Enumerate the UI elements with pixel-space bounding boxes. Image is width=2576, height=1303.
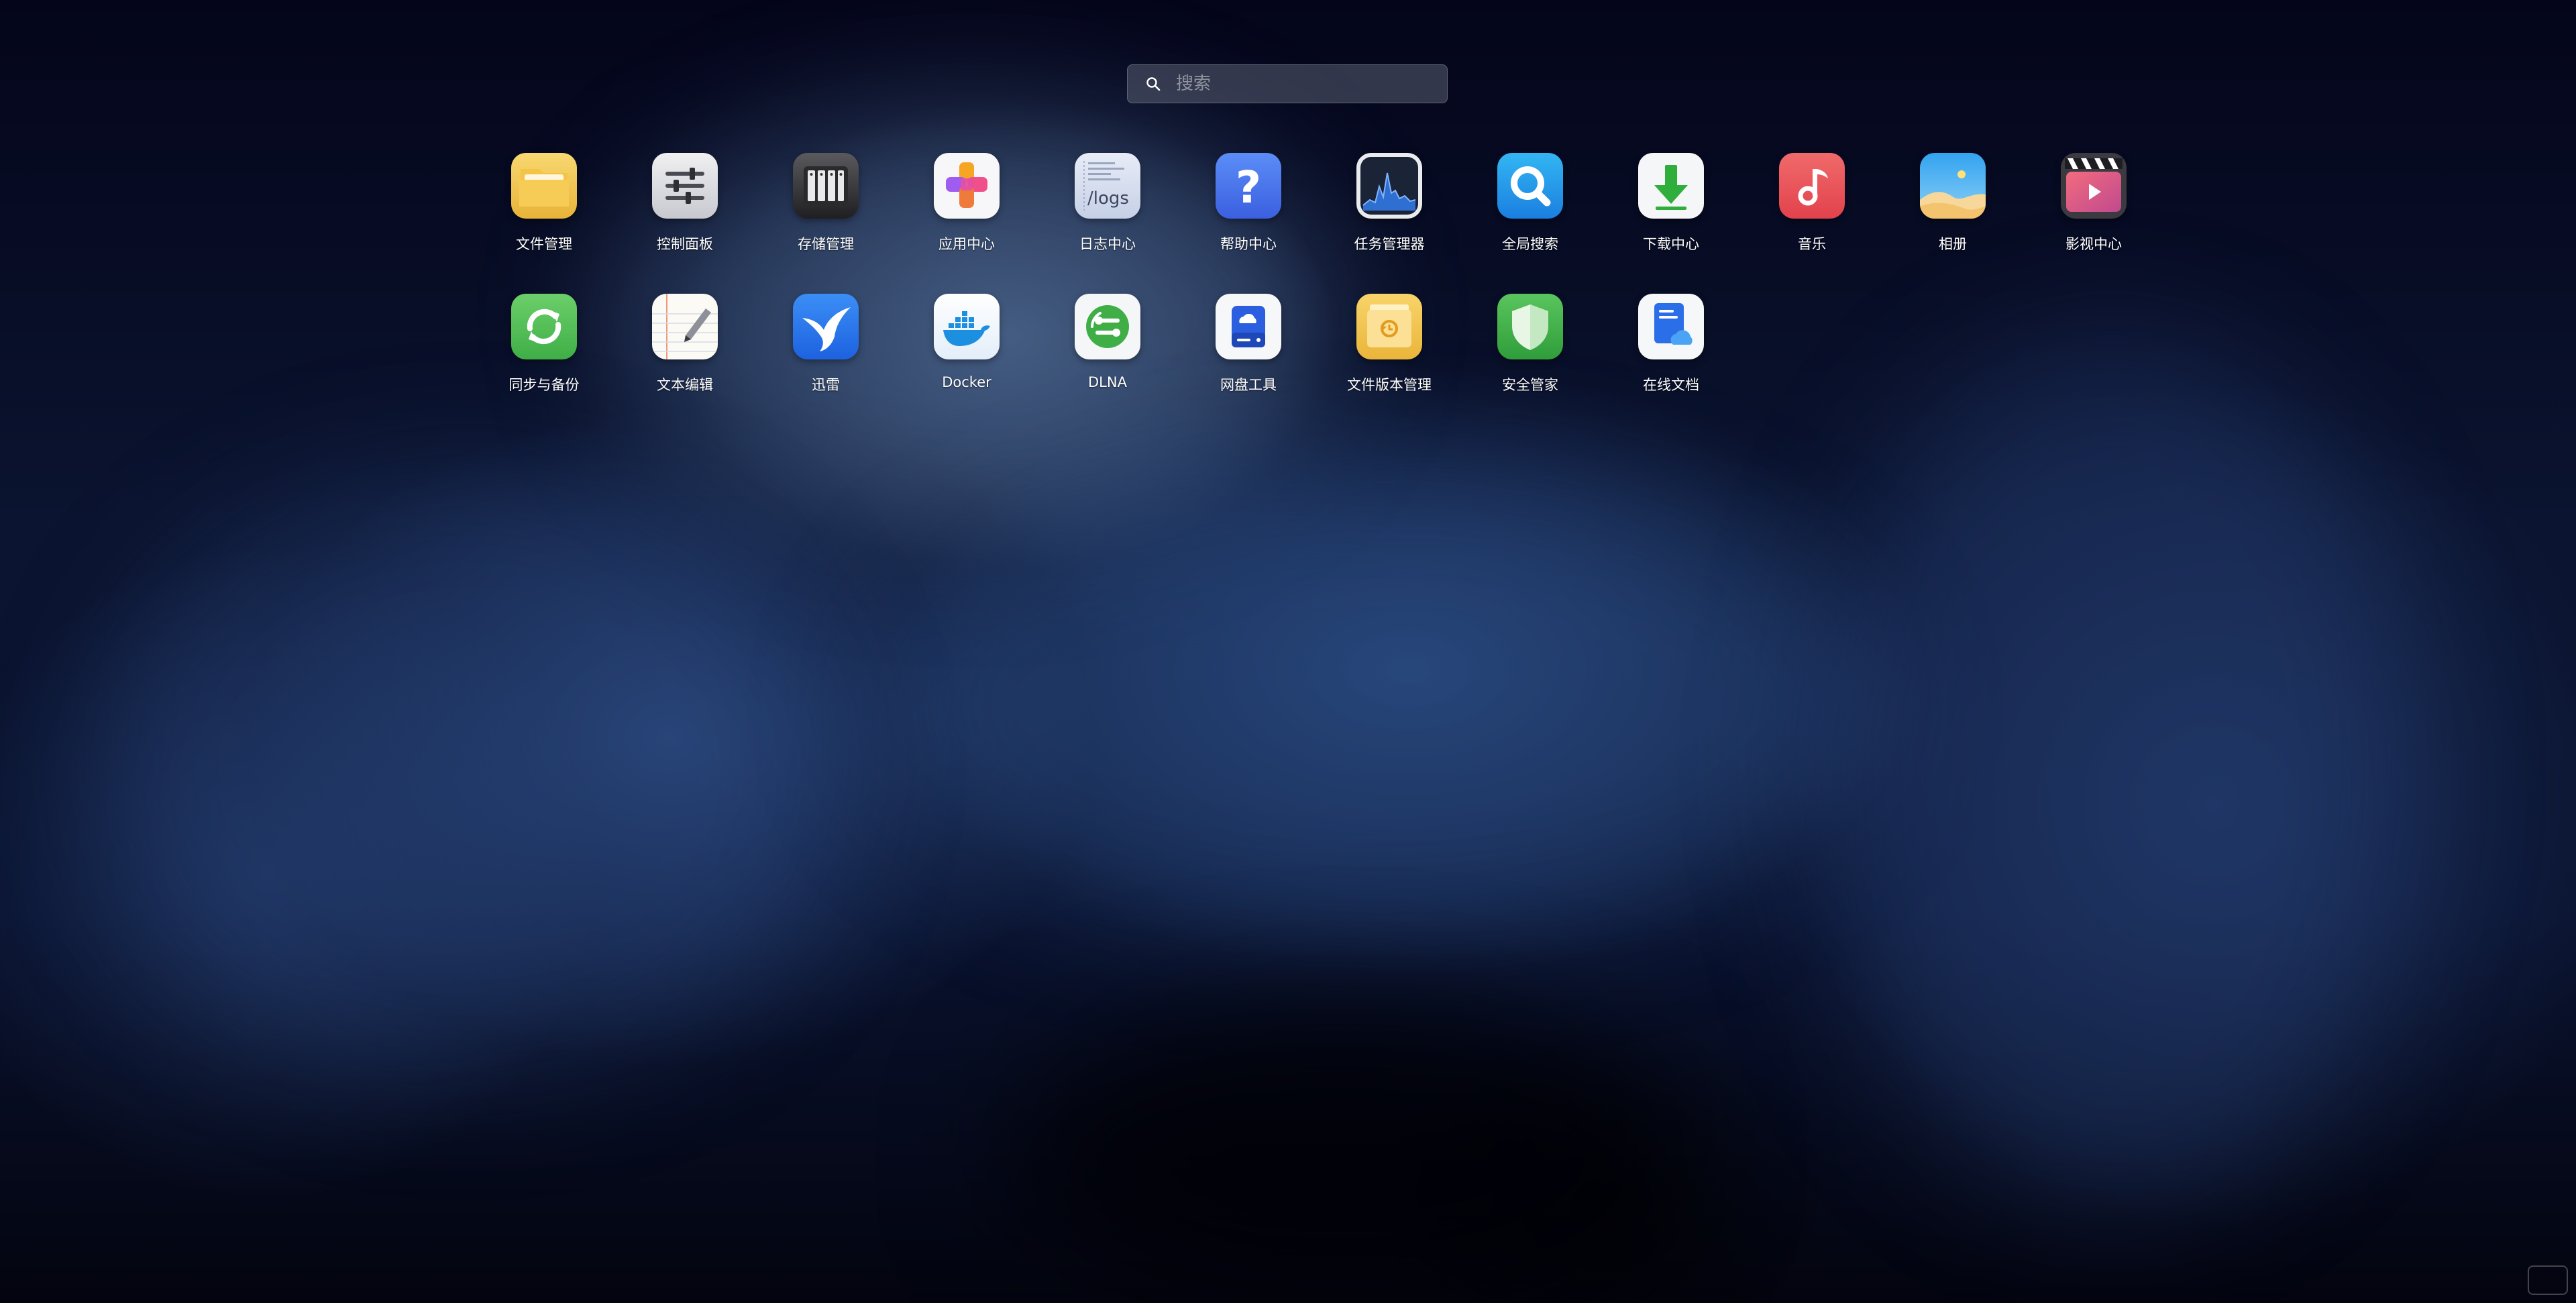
app-help-center[interactable]: ? 帮助中心 — [1178, 153, 1319, 294]
docker-whale-icon — [934, 294, 1000, 359]
app-label: 帮助中心 — [1220, 236, 1277, 252]
notepad-icon — [652, 294, 718, 359]
app-center-icon — [934, 153, 1000, 219]
logs-icon-text: /logs — [1087, 188, 1129, 209]
app-file-manager[interactable]: 文件管理 — [474, 153, 614, 294]
search-bar[interactable] — [1127, 64, 1448, 103]
folder-icon — [511, 153, 577, 219]
app-label: 下载中心 — [1643, 236, 1699, 252]
logs-icon: /logs — [1075, 153, 1140, 219]
app-online-docs[interactable]: 在线文档 — [1601, 294, 1741, 435]
app-label: DLNA — [1088, 374, 1127, 390]
app-control-panel[interactable]: 控制面板 — [614, 153, 755, 294]
bird-icon — [793, 294, 859, 359]
search-input[interactable] — [1175, 73, 1405, 95]
app-music[interactable]: 音乐 — [1741, 153, 1882, 294]
app-xunlei[interactable]: 迅雷 — [755, 294, 896, 435]
app-label: 文件管理 — [516, 236, 572, 252]
app-label: 控制面板 — [657, 236, 713, 252]
app-label: Docker — [942, 374, 991, 390]
app-global-search[interactable]: 全局搜索 — [1460, 153, 1601, 294]
app-label: 文本编辑 — [657, 377, 713, 393]
app-label: 影视中心 — [2065, 236, 2122, 252]
app-label: 相册 — [1939, 236, 1967, 252]
sliders-icon — [652, 153, 718, 219]
app-file-version[interactable]: 文件版本管理 — [1319, 294, 1460, 435]
app-label: 文件版本管理 — [1347, 377, 1432, 393]
music-note-icon — [1779, 153, 1845, 219]
app-label: 全局搜索 — [1502, 236, 1558, 252]
download-arrow-icon — [1638, 153, 1704, 219]
app-storage-manager[interactable]: 存储管理 — [755, 153, 896, 294]
app-launcher-grid: 文件管理 控制面板 存储管理 应用中心 /logs 日志中心 ? 帮助中心 任务… — [474, 153, 2285, 435]
app-docker[interactable]: Docker — [896, 294, 1037, 435]
app-video-center[interactable]: 影视中心 — [2023, 153, 2164, 294]
cloud-drive-icon — [1216, 294, 1281, 359]
app-label: 存储管理 — [798, 236, 854, 252]
activity-monitor-icon — [1356, 153, 1422, 219]
magnifier-icon — [1497, 153, 1563, 219]
photo-landscape-icon — [1920, 153, 1986, 219]
app-text-editor[interactable]: 文本编辑 — [614, 294, 755, 435]
sync-icon — [511, 294, 577, 359]
app-cloud-drive-tool[interactable]: 网盘工具 — [1178, 294, 1319, 435]
app-dlna[interactable]: DLNA — [1037, 294, 1178, 435]
search-icon — [1145, 76, 1161, 92]
storage-icon — [793, 153, 859, 219]
dlna-icon — [1075, 294, 1140, 359]
watermark-logo — [2528, 1265, 2568, 1295]
cloud-document-icon — [1638, 294, 1704, 359]
file-version-icon — [1356, 294, 1422, 359]
app-label: 同步与备份 — [508, 377, 580, 393]
app-label: 迅雷 — [812, 377, 840, 393]
app-label: 日志中心 — [1079, 236, 1136, 252]
svg-text:?: ? — [1236, 162, 1261, 213]
app-sync-backup[interactable]: 同步与备份 — [474, 294, 614, 435]
app-security[interactable]: 安全管家 — [1460, 294, 1601, 435]
app-label: 安全管家 — [1502, 377, 1558, 393]
shield-icon — [1497, 294, 1563, 359]
app-task-manager[interactable]: 任务管理器 — [1319, 153, 1460, 294]
app-app-center[interactable]: 应用中心 — [896, 153, 1037, 294]
app-label: 应用中心 — [938, 236, 995, 252]
app-label: 在线文档 — [1643, 377, 1699, 393]
app-label: 任务管理器 — [1354, 236, 1425, 252]
clapperboard-icon — [2061, 153, 2127, 219]
question-icon: ? — [1216, 153, 1281, 219]
app-photos[interactable]: 相册 — [1882, 153, 2023, 294]
app-label: 音乐 — [1798, 236, 1826, 252]
app-download-center[interactable]: 下载中心 — [1601, 153, 1741, 294]
app-log-center[interactable]: /logs 日志中心 — [1037, 153, 1178, 294]
app-label: 网盘工具 — [1220, 377, 1277, 393]
